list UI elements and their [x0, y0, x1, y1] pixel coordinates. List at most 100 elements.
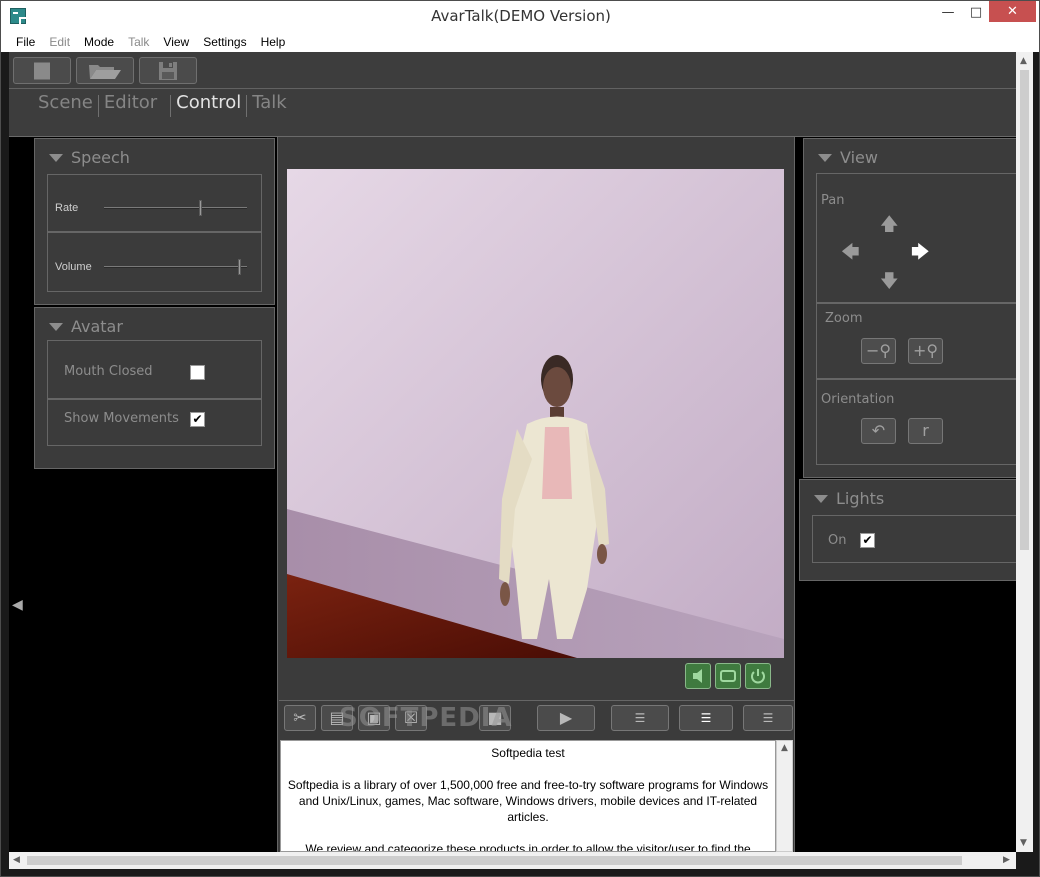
avatar-title: Avatar: [71, 317, 123, 336]
vertical-scroll-thumb[interactable]: [1020, 70, 1029, 550]
align-justify-icon: ☰: [700, 711, 712, 725]
rate-group: Rate: [47, 174, 262, 232]
power-icon: [751, 669, 765, 684]
menu-help[interactable]: Help: [254, 35, 293, 49]
menu-settings[interactable]: Settings: [196, 35, 253, 49]
save-button[interactable]: [139, 57, 197, 84]
reset-orientation-button[interactable]: r: [908, 418, 943, 444]
rate-slider[interactable]: [104, 207, 247, 209]
collapse-triangle-icon: [818, 153, 832, 162]
rate-slider-thumb[interactable]: [199, 200, 203, 216]
scroll-down-icon[interactable]: ▼: [1020, 838, 1027, 848]
menu-view[interactable]: View: [156, 35, 196, 49]
lights-panel-header[interactable]: Lights: [814, 489, 884, 508]
script-text-area[interactable]: Softpedia test Softpedia is a library of…: [280, 740, 776, 852]
new-button[interactable]: [13, 57, 71, 84]
scroll-up-icon[interactable]: ▲: [1020, 56, 1027, 66]
menu-edit[interactable]: Edit: [42, 35, 77, 49]
mouth-closed-checkbox[interactable]: [190, 365, 205, 380]
text-toolbar: ✂ ▤ ▣ ☒ ■ ▶ ☰ ☰ ☰: [279, 700, 794, 738]
window-title: AvarTalk(DEMO Version): [431, 7, 611, 25]
lights-on-label: On: [828, 533, 847, 548]
power-button[interactable]: [745, 663, 771, 689]
rotate-icon: ↶: [871, 421, 886, 440]
tab-divider: [97, 95, 99, 117]
pan-right-icon[interactable]: 🡆: [911, 240, 930, 270]
pan-left-icon[interactable]: 🡄: [841, 240, 860, 270]
stop-button[interactable]: ■: [479, 705, 511, 731]
script-paragraph-1: Softpedia is a library of over 1,500,000…: [287, 778, 769, 824]
tab-editor[interactable]: Editor: [101, 92, 160, 117]
pan-up-icon[interactable]: 🡅: [880, 212, 899, 242]
align-right-button[interactable]: ☰: [743, 705, 793, 731]
open-button[interactable]: [76, 57, 134, 84]
scroll-left-icon[interactable]: ◀: [13, 855, 20, 865]
avatar-panel: Avatar Mouth Closed Show Movements ✔: [34, 307, 275, 469]
view-title: View: [840, 148, 878, 167]
copy-icon: ▤: [329, 708, 345, 727]
menu-talk[interactable]: Talk: [121, 35, 156, 49]
rotate-left-button[interactable]: ↶: [861, 418, 896, 444]
lights-title: Lights: [836, 489, 885, 508]
menu-mode[interactable]: Mode: [77, 35, 121, 49]
orientation-label: Orientation: [821, 392, 895, 407]
cut-button[interactable]: ✂: [284, 705, 316, 731]
copy-button[interactable]: ▤: [321, 705, 353, 731]
paste-icon: ▣: [366, 708, 382, 727]
scroll-up-icon[interactable]: ▲: [781, 743, 788, 753]
collapse-triangle-icon: [814, 494, 828, 503]
view-panel-header[interactable]: View: [818, 148, 878, 167]
minimize-icon[interactable]: —: [933, 1, 963, 25]
zoom-in-icon: +⚲: [912, 341, 939, 360]
new-icon: [34, 62, 50, 79]
folder-open-icon: [89, 64, 121, 79]
mouth-closed-row: Mouth Closed: [47, 340, 262, 399]
toolbar-divider: [9, 88, 1016, 89]
reset-icon: r: [922, 421, 929, 440]
lights-on-checkbox[interactable]: ✔: [860, 533, 875, 548]
screen-button[interactable]: [715, 663, 741, 689]
tab-scene[interactable]: Scene: [35, 92, 96, 117]
show-movements-checkbox[interactable]: ✔: [190, 412, 205, 427]
zoom-in-button[interactable]: +⚲: [908, 338, 943, 364]
speech-panel-header[interactable]: Speech: [49, 148, 130, 167]
speaker-button[interactable]: [685, 663, 711, 689]
screen-icon: [720, 670, 736, 682]
collapse-left-icon[interactable]: ◀: [12, 597, 23, 613]
horizontal-scrollbar[interactable]: ◀ ▶: [9, 852, 1016, 869]
volume-slider[interactable]: [104, 266, 247, 268]
avatar-panel-header[interactable]: Avatar: [49, 317, 123, 336]
menu-file[interactable]: File: [9, 35, 42, 49]
align-left-button[interactable]: ☰: [611, 705, 669, 731]
text-scrollbar[interactable]: ▲: [776, 740, 793, 852]
tab-control[interactable]: Control: [173, 92, 244, 117]
pan-group: Pan 🡅 🡄 🡆 🡇: [816, 173, 1016, 303]
speech-panel: Speech Rate Volume: [34, 138, 275, 305]
tab-divider: [246, 95, 248, 117]
play-button[interactable]: ▶: [537, 705, 595, 731]
maximize-icon[interactable]: □: [961, 1, 991, 25]
volume-slider-thumb[interactable]: [237, 259, 241, 275]
avatar-viewport[interactable]: [287, 169, 784, 658]
horizontal-scroll-thumb[interactable]: [27, 856, 962, 865]
mode-tabs: Scene Editor Control Talk: [35, 92, 290, 117]
tab-talk[interactable]: Talk: [249, 92, 289, 117]
delete-icon: ☒: [403, 708, 419, 727]
zoom-group: Zoom −⚲ +⚲: [816, 303, 1016, 379]
align-justify-button[interactable]: ☰: [679, 705, 733, 731]
scroll-right-icon[interactable]: ▶: [1003, 855, 1010, 865]
pan-down-icon[interactable]: 🡇: [880, 269, 899, 299]
volume-group: Volume: [47, 232, 262, 292]
delete-button[interactable]: ☒: [395, 705, 427, 731]
speech-title: Speech: [71, 148, 130, 167]
pan-label: Pan: [821, 193, 845, 208]
view-panel: View Pan 🡅 🡄 🡆 🡇 Zoom −⚲ +⚲ Orientation …: [803, 138, 1016, 478]
lights-on-row: On ✔: [812, 515, 1016, 563]
zoom-out-button[interactable]: −⚲: [861, 338, 896, 364]
paste-button[interactable]: ▣: [358, 705, 390, 731]
rate-label: Rate: [55, 202, 79, 214]
vertical-scrollbar[interactable]: ▲ ▼: [1016, 52, 1033, 852]
close-icon[interactable]: ✕: [989, 1, 1036, 22]
lights-panel: Lights On ✔: [799, 479, 1016, 581]
app-content: Scene Editor Control Talk ◀ Speech Rate: [9, 52, 1016, 852]
